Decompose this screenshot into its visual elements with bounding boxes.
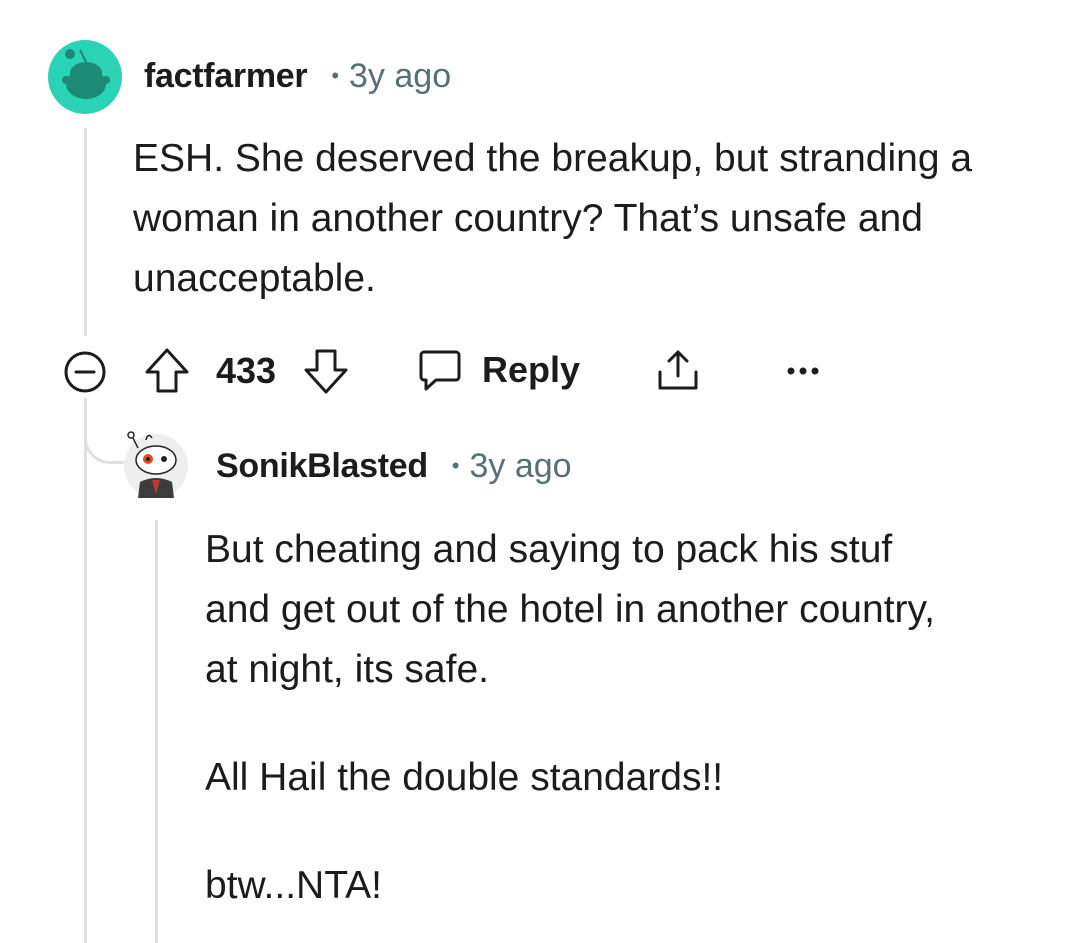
reply-button[interactable]: Reply (416, 346, 580, 394)
comment-spacer (205, 700, 1065, 748)
avatar[interactable] (122, 430, 190, 498)
share-button[interactable] (654, 346, 702, 394)
share-icon (658, 350, 698, 390)
comment-body: ESH. She deserved the breakup, but stran… (133, 129, 1053, 309)
upvote-icon (145, 348, 189, 393)
comment-body: But cheating and saying to pack his stuf… (205, 520, 1065, 916)
comment-line: woman in another country? That’s unsafe … (133, 197, 923, 240)
comment-header: factfarmer • 3y ago (144, 54, 451, 98)
more-icon (787, 367, 819, 375)
collapse-button[interactable] (62, 349, 108, 395)
upvote-button[interactable] (143, 346, 191, 396)
comment-line: and get out of the hotel in another coun… (205, 588, 935, 631)
reply-icon (419, 350, 461, 391)
comment-line: All Hail the double standards!! (205, 756, 724, 799)
comment-header: SonikBlasted • 3y ago (216, 444, 572, 488)
comment-line: ESH. She deserved the breakup, but stran… (133, 137, 973, 180)
reply-connector (84, 420, 124, 464)
thread-line-reply[interactable] (155, 520, 158, 943)
timestamp: 3y ago (469, 446, 572, 485)
snoo-avatar-icon (48, 40, 122, 114)
downvote-icon (304, 349, 348, 394)
vote-score: 433 (216, 350, 277, 391)
timestamp: 3y ago (349, 56, 452, 95)
comment-spacer (205, 808, 1065, 856)
reply-label: Reply (482, 349, 581, 390)
snoo-avatar-icon (124, 431, 188, 498)
separator-dot: • (451, 453, 460, 478)
separator-dot: • (331, 63, 340, 88)
username[interactable]: factfarmer (144, 57, 308, 96)
comment-line: btw...NTA! (205, 864, 382, 907)
more-options-button[interactable] (786, 356, 820, 386)
avatar[interactable] (48, 40, 122, 114)
comment-line: unacceptable. (133, 257, 376, 300)
comment-line: But cheating and saying to pack his stuf (205, 528, 893, 571)
comment-line: at night, its safe. (205, 648, 489, 691)
username[interactable]: SonikBlasted (216, 447, 428, 486)
collapse-icon (64, 351, 106, 393)
downvote-button[interactable] (302, 346, 350, 396)
thread-line-continue[interactable] (84, 398, 87, 943)
thread-line-main[interactable] (84, 128, 87, 336)
